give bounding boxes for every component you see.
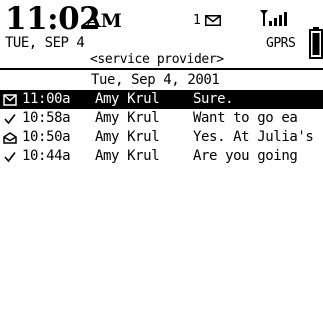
message-sender: Amy Krul — [95, 148, 160, 164]
envelope-icon — [205, 15, 221, 26]
message-subject: Want to go ea — [193, 110, 298, 126]
message-list: Tue, Sep 4, 2001 11:00a Amy Krul Sure. 1… — [0, 70, 323, 166]
service-provider-label: <service provider> — [90, 52, 224, 67]
message-sender: Amy Krul — [95, 110, 160, 126]
message-time: 11:00a — [22, 91, 71, 107]
message-row[interactable]: 10:44a Amy Krul Are you going — [0, 147, 323, 166]
message-time: 10:58a — [22, 110, 71, 126]
message-subject: Are you going — [193, 148, 298, 164]
envelope-unread-icon — [3, 94, 17, 106]
message-row[interactable]: 10:50a Amy Krul Yes. At Julia's — [0, 128, 323, 147]
clock-ampm: AM — [86, 10, 122, 32]
message-subject: Yes. At Julia's — [193, 129, 314, 145]
signal-strength-icon — [260, 10, 287, 26]
message-time: 10:50a — [22, 129, 71, 145]
envelope-opened-icon — [3, 132, 17, 144]
checkmark-sent-icon — [4, 152, 16, 163]
checkmark-sent-icon — [4, 114, 16, 125]
message-time: 10:44a — [22, 148, 71, 164]
current-date: TUE, SEP 4 — [5, 35, 85, 51]
message-row[interactable]: 11:00a Amy Krul Sure. — [0, 90, 323, 109]
unread-message-count: 1 — [193, 13, 201, 28]
battery-icon — [309, 27, 323, 59]
message-sender: Amy Krul — [95, 91, 160, 107]
message-subject: Sure. — [193, 91, 234, 107]
network-type: GPRS — [266, 36, 296, 51]
status-header: 11:02 AM TUE, SEP 4 1 GPRS <service prov… — [0, 0, 323, 70]
message-sender: Amy Krul — [95, 129, 160, 145]
date-group-header: Tue, Sep 4, 2001 — [91, 72, 220, 88]
message-row[interactable]: 10:58a Amy Krul Want to go ea — [0, 109, 323, 128]
